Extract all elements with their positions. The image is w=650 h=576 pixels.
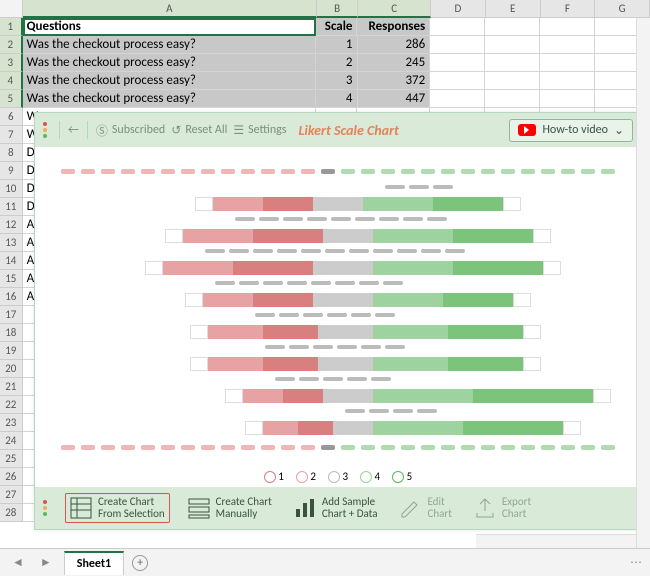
create-chart-manually-button[interactable]: Create ChartManually	[184, 494, 276, 522]
export-icon	[474, 497, 496, 519]
row-header[interactable]: 5	[0, 90, 23, 108]
traffic-dots-icon	[43, 122, 51, 138]
pencil-icon	[399, 497, 421, 519]
add-sample-chart-button[interactable]: Add SampleChart + Data	[290, 494, 382, 522]
face-frown-icon	[296, 471, 308, 483]
reset-all-button[interactable]: ↺Reset All	[171, 123, 227, 138]
add-sheet-button[interactable]: +	[132, 555, 148, 571]
horizontal-scrollbar[interactable]	[476, 534, 636, 548]
row-header[interactable]: 3	[0, 54, 23, 72]
sheet-tab[interactable]: Sheet1	[64, 551, 124, 575]
cell[interactable]: 372	[358, 72, 431, 90]
create-chart-from-selection-button[interactable]: Create ChartFrom Selection	[65, 493, 170, 523]
cell[interactable]: 2	[316, 54, 358, 72]
dollar-icon: Ⓢ	[96, 122, 108, 139]
select-all-corner[interactable]	[0, 0, 23, 18]
cell-C1[interactable]: Responses	[357, 18, 430, 36]
row-header[interactable]: 1	[0, 18, 23, 36]
cell[interactable]: 3	[316, 72, 358, 90]
cell[interactable]: 245	[358, 54, 431, 72]
legend: 1 2 3 4 5	[35, 470, 641, 483]
col-header-E[interactable]: E	[486, 0, 541, 18]
cell[interactable]: Was the checkout process easy?	[23, 72, 316, 90]
sliders-icon: ☰	[233, 123, 244, 138]
face-smile-icon	[360, 471, 372, 483]
cell[interactable]: 286	[358, 36, 431, 54]
export-chart-button[interactable]: ExportChart	[470, 494, 535, 522]
face-neutral-icon	[328, 471, 340, 483]
likert-chart-panel: ← ⓈSubscribed ↺Reset All ☰Settings Liker…	[34, 112, 642, 530]
back-button[interactable]: ←	[68, 123, 79, 137]
subscribed-button[interactable]: ⓈSubscribed	[96, 122, 165, 139]
cell-B1[interactable]: Scale	[316, 18, 358, 36]
row-header[interactable]: 4	[0, 72, 23, 90]
face-happy-icon	[392, 471, 404, 483]
refresh-icon: ↺	[171, 123, 181, 138]
chevron-down-icon: ⌄	[614, 123, 624, 138]
col-header-D[interactable]: D	[431, 0, 486, 18]
chart-preview: 1 2 3 4 5	[35, 147, 641, 487]
cell[interactable]: Was the checkout process easy?	[23, 36, 316, 54]
cell-A1[interactable]: Questions	[23, 18, 316, 36]
panel-toolbar: ← ⓈSubscribed ↺Reset All ☰Settings Liker…	[35, 113, 641, 147]
col-header-A[interactable]: A	[23, 0, 317, 18]
col-header-B[interactable]: B	[317, 0, 359, 18]
panel-title: Likert Scale Chart	[298, 122, 398, 139]
how-to-video-button[interactable]: How-to video ⌄	[509, 119, 633, 142]
cell[interactable]: 447	[358, 90, 431, 108]
bar-chart-icon	[294, 497, 316, 519]
tab-nav-next[interactable]: ►	[36, 555, 56, 570]
tab-nav-prev[interactable]: ◄	[8, 555, 28, 570]
traffic-dots-icon	[43, 500, 51, 516]
cell[interactable]: 1	[316, 36, 358, 54]
settings-button[interactable]: ☰Settings	[233, 123, 286, 138]
sheet-tabs: ◄ ► Sheet1 + ⋯	[0, 548, 650, 576]
edit-chart-button[interactable]: EditChart	[395, 494, 455, 522]
cell[interactable]: Was the checkout process easy?	[23, 90, 316, 108]
cell[interactable]: Was the checkout process easy?	[23, 54, 316, 72]
column-headers: A B C D E F G	[0, 0, 650, 18]
vertical-scrollbar[interactable]	[636, 18, 650, 548]
form-icon	[188, 497, 210, 519]
col-header-G[interactable]: G	[595, 0, 650, 18]
table-icon	[70, 497, 92, 519]
tab-options[interactable]: ⋯	[630, 555, 642, 570]
youtube-icon	[518, 124, 536, 136]
face-sad-icon	[264, 471, 276, 483]
panel-footer: Create ChartFrom Selection Create ChartM…	[35, 487, 641, 529]
col-header-C[interactable]: C	[358, 0, 431, 18]
cell[interactable]: 4	[316, 90, 358, 108]
col-header-F[interactable]: F	[541, 0, 596, 18]
row-header[interactable]: 2	[0, 36, 23, 54]
